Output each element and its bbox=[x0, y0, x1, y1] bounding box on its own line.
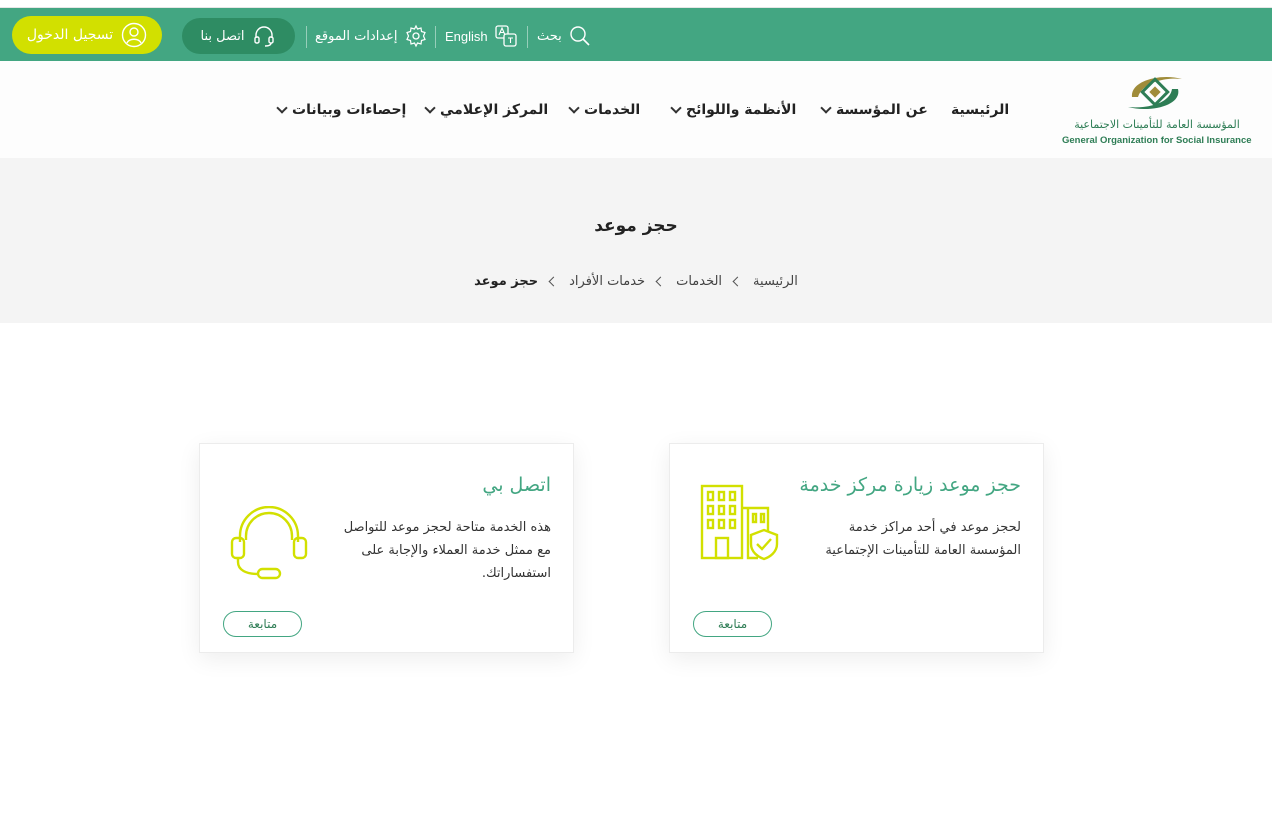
headset-icon bbox=[254, 26, 275, 47]
nav-item-services[interactable]: الخدمات bbox=[568, 99, 641, 121]
logo-emblem-icon bbox=[1128, 77, 1182, 109]
follow-button[interactable]: متابعة bbox=[693, 611, 772, 637]
login-button[interactable]: تسجيل الدخول bbox=[12, 16, 162, 54]
nav-item-home[interactable]: الرئيسية bbox=[951, 99, 1009, 121]
chevron-left-icon bbox=[732, 276, 743, 287]
translate-icon bbox=[494, 25, 517, 47]
search-icon bbox=[570, 26, 590, 46]
main-navigation: المؤسسة العامة للتأمينات الاجتماعية Gene… bbox=[0, 61, 1272, 158]
service-card-call-me: اتصل بي هذه الخدمة متاحة لحجز موعد للتوا… bbox=[199, 443, 574, 653]
contact-us-button[interactable]: اتصل بنا bbox=[182, 18, 295, 54]
page-title: حجز موعد bbox=[594, 216, 678, 236]
divider bbox=[527, 26, 528, 48]
breadcrumb: الرئيسية الخدمات خدمات الأفراد حجز موعد bbox=[0, 274, 1272, 289]
nav-item-regulations[interactable]: الأنظمة واللوائح bbox=[670, 99, 797, 121]
top-utility-bar: تسجيل الدخول اتصل بنا إعدادات الموقع Eng… bbox=[0, 8, 1272, 61]
chevron-down-icon bbox=[424, 102, 436, 114]
nav-item-label: المركز الإعلامي bbox=[440, 102, 549, 118]
divider bbox=[306, 26, 307, 48]
language-switch[interactable]: English bbox=[445, 22, 518, 50]
gear-icon bbox=[405, 24, 426, 48]
logo-arabic-name: المؤسسة العامة للتأمينات الاجتماعية bbox=[1074, 118, 1240, 131]
service-card-visit-center: حجز موعد زيارة مركز خدمة لحجز موعد في أح… bbox=[669, 443, 1044, 653]
language-label: English bbox=[445, 28, 488, 44]
nav-item-label: الخدمات bbox=[584, 102, 641, 118]
chevron-down-icon bbox=[276, 102, 288, 114]
page-header: حجز موعد الرئيسية الخدمات خدمات الأفراد … bbox=[0, 158, 1272, 323]
nav-item-statistics[interactable]: إحصاءات وبيانات bbox=[276, 99, 407, 121]
browser-top-strip bbox=[0, 0, 1272, 8]
nav-item-label: عن المؤسسة bbox=[836, 102, 928, 118]
headset-icon bbox=[230, 506, 308, 580]
logo-english-name: General Organization for Social Insuranc… bbox=[1062, 135, 1252, 146]
card-title: حجز موعد زيارة مركز خدمة bbox=[799, 474, 1021, 496]
follow-button[interactable]: متابعة bbox=[223, 611, 302, 637]
breadcrumb-home[interactable]: الرئيسية bbox=[753, 274, 798, 289]
breadcrumb-current: حجز موعد bbox=[474, 274, 539, 289]
card-description: لحجز موعد في أحد مراكز خدمة المؤسسة العا… bbox=[825, 520, 1021, 558]
chevron-left-icon bbox=[548, 276, 559, 287]
building-shield-icon bbox=[700, 484, 779, 561]
user-icon bbox=[121, 22, 147, 48]
settings-label: إعدادات الموقع bbox=[315, 28, 398, 44]
gosi-logo[interactable]: المؤسسة العامة للتأمينات الاجتماعية Gene… bbox=[1058, 69, 1254, 151]
site-settings-link[interactable]: إعدادات الموقع bbox=[315, 22, 428, 50]
search-label: بحث bbox=[537, 28, 562, 44]
chevron-down-icon bbox=[568, 102, 580, 114]
nav-item-label: الأنظمة واللوائح bbox=[686, 102, 797, 118]
breadcrumb-services[interactable]: الخدمات bbox=[676, 274, 722, 289]
chevron-left-icon bbox=[655, 276, 666, 287]
search-link[interactable]: بحث bbox=[537, 22, 592, 50]
card-description: هذه الخدمة متاحة لحجز موعد للتواصل مع مم… bbox=[343, 520, 551, 581]
card-title: اتصل بي bbox=[482, 474, 551, 496]
chevron-down-icon bbox=[670, 102, 682, 114]
nav-item-about[interactable]: عن المؤسسة bbox=[820, 99, 928, 121]
nav-item-label: الرئيسية bbox=[951, 102, 1010, 118]
chevron-down-icon bbox=[820, 102, 832, 114]
login-label: تسجيل الدخول bbox=[26, 27, 114, 43]
nav-item-media-center[interactable]: المركز الإعلامي bbox=[424, 99, 549, 121]
breadcrumb-individual-services[interactable]: خدمات الأفراد bbox=[569, 274, 645, 289]
nav-item-label: إحصاءات وبيانات bbox=[292, 102, 407, 118]
divider bbox=[435, 26, 436, 48]
contact-label: اتصل بنا bbox=[200, 28, 245, 44]
